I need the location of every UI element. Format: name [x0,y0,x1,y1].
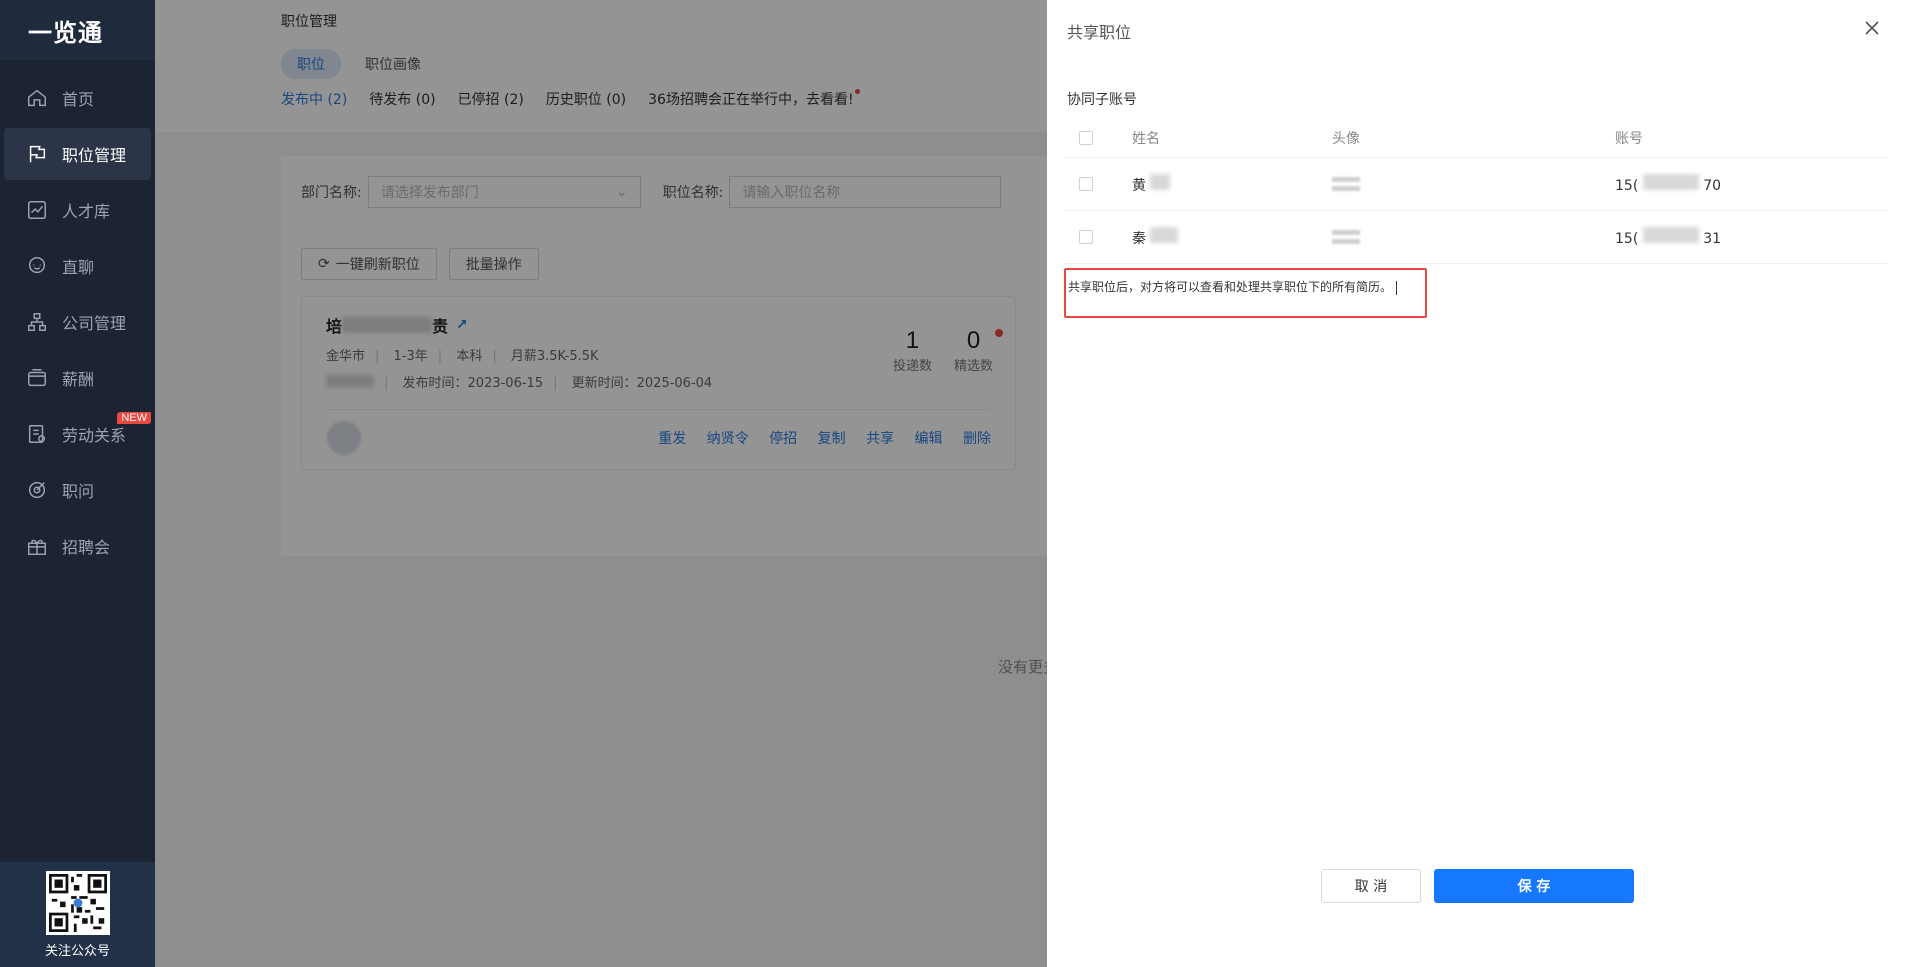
wallet-icon [26,367,48,389]
redacted-text [1642,174,1699,190]
contract-icon [26,423,48,445]
sidebar-item-jobfair[interactable]: 招聘会 [4,520,151,572]
qr-label: 关注公众号 [44,943,110,959]
redacted-text [1150,226,1179,243]
org-icon [26,311,48,333]
section-label: 协同子账号 [1067,92,1137,108]
avatar [1332,169,1360,199]
table-row[interactable]: 黄 15( 70 [1064,158,1887,211]
sidebar-item-label: 直聊 [62,258,95,277]
sidebar-item-home[interactable]: 首页 [4,72,151,124]
sidebar-item-label: 人才库 [62,202,111,221]
table-header: 姓名 头像 账号 [1064,118,1887,158]
column-header-account: 账号 [1615,130,1643,147]
wechat-qr-section: 关注公众号 [0,862,155,967]
redacted-text [1642,227,1699,243]
account-prefix: 15( [1615,178,1639,194]
sidebar: 一览通 首页 职位管理 人才库 直聊 公司管理 薪酬 劳动关系 NEW 职问 招… [0,0,155,967]
save-button[interactable]: 保 存 [1434,869,1634,903]
row-checkbox[interactable] [1079,230,1093,244]
sidebar-item-label: 职问 [62,482,95,501]
sidebar-item-label: 职位管理 [62,146,127,165]
share-job-drawer: 共享职位 协同子账号 姓名 头像 账号 黄 15( 70 秦 15(31 共享… [1047,0,1910,967]
avatar [1332,222,1360,252]
share-note-highlight[interactable]: 共享职位后，对方将可以查看和处理共享职位下的所有简历。 [1064,268,1427,318]
chart-icon [26,199,48,221]
sidebar-item-label: 首页 [62,90,95,109]
column-header-avatar: 头像 [1332,130,1360,147]
sidebar-item-salary[interactable]: 薪酬 [4,352,151,404]
target-icon [26,479,48,501]
chat-icon [26,255,48,277]
close-icon[interactable] [1862,18,1882,38]
sidebar-nav: 首页 职位管理 人才库 直聊 公司管理 薪酬 劳动关系 NEW 职问 招聘会 [0,72,155,572]
account-suffix: 70 [1703,178,1722,194]
sidebar-item-label: 劳动关系 [62,426,127,445]
cancel-button[interactable]: 取 消 [1321,869,1421,903]
account-prefix: 15( [1615,231,1639,247]
modal-mask[interactable] [155,0,1047,967]
sub-account-table: 姓名 头像 账号 黄 15( 70 秦 15(31 [1064,118,1887,264]
home-icon [26,87,48,109]
sidebar-item-label: 招聘会 [62,538,111,557]
table-row[interactable]: 秦 15( 31 [1064,211,1887,264]
sidebar-item-label: 薪酬 [62,370,95,389]
select-all-checkbox[interactable] [1079,130,1093,145]
share-note-text: 共享职位后，对方将可以查看和处理共享职位下的所有简历。 [1068,280,1393,294]
sidebar-item-ask[interactable]: 职问 [4,464,151,516]
new-badge: NEW [117,412,151,424]
qr-code-icon [45,870,110,935]
user-name: 秦 [1132,230,1146,247]
sidebar-item-label: 公司管理 [62,314,127,333]
account-suffix: 31 [1703,231,1722,247]
gift-icon [26,535,48,557]
sidebar-item-jobs[interactable]: 职位管理 [4,128,151,180]
sidebar-item-chat[interactable]: 直聊 [4,240,151,292]
text-caret [1396,280,1398,295]
app-logo[interactable]: 一览通 [0,0,155,60]
sidebar-item-labor[interactable]: 劳动关系 NEW [4,408,151,460]
user-name: 黄 [1132,177,1146,194]
sidebar-item-company[interactable]: 公司管理 [4,296,151,348]
column-header-name: 姓名 [1132,130,1160,147]
redacted-text [1150,173,1171,190]
drawer-title: 共享职位 [1067,23,1132,42]
flag-icon [26,143,48,165]
sidebar-item-talent[interactable]: 人才库 [4,184,151,236]
row-checkbox[interactable] [1079,177,1093,191]
